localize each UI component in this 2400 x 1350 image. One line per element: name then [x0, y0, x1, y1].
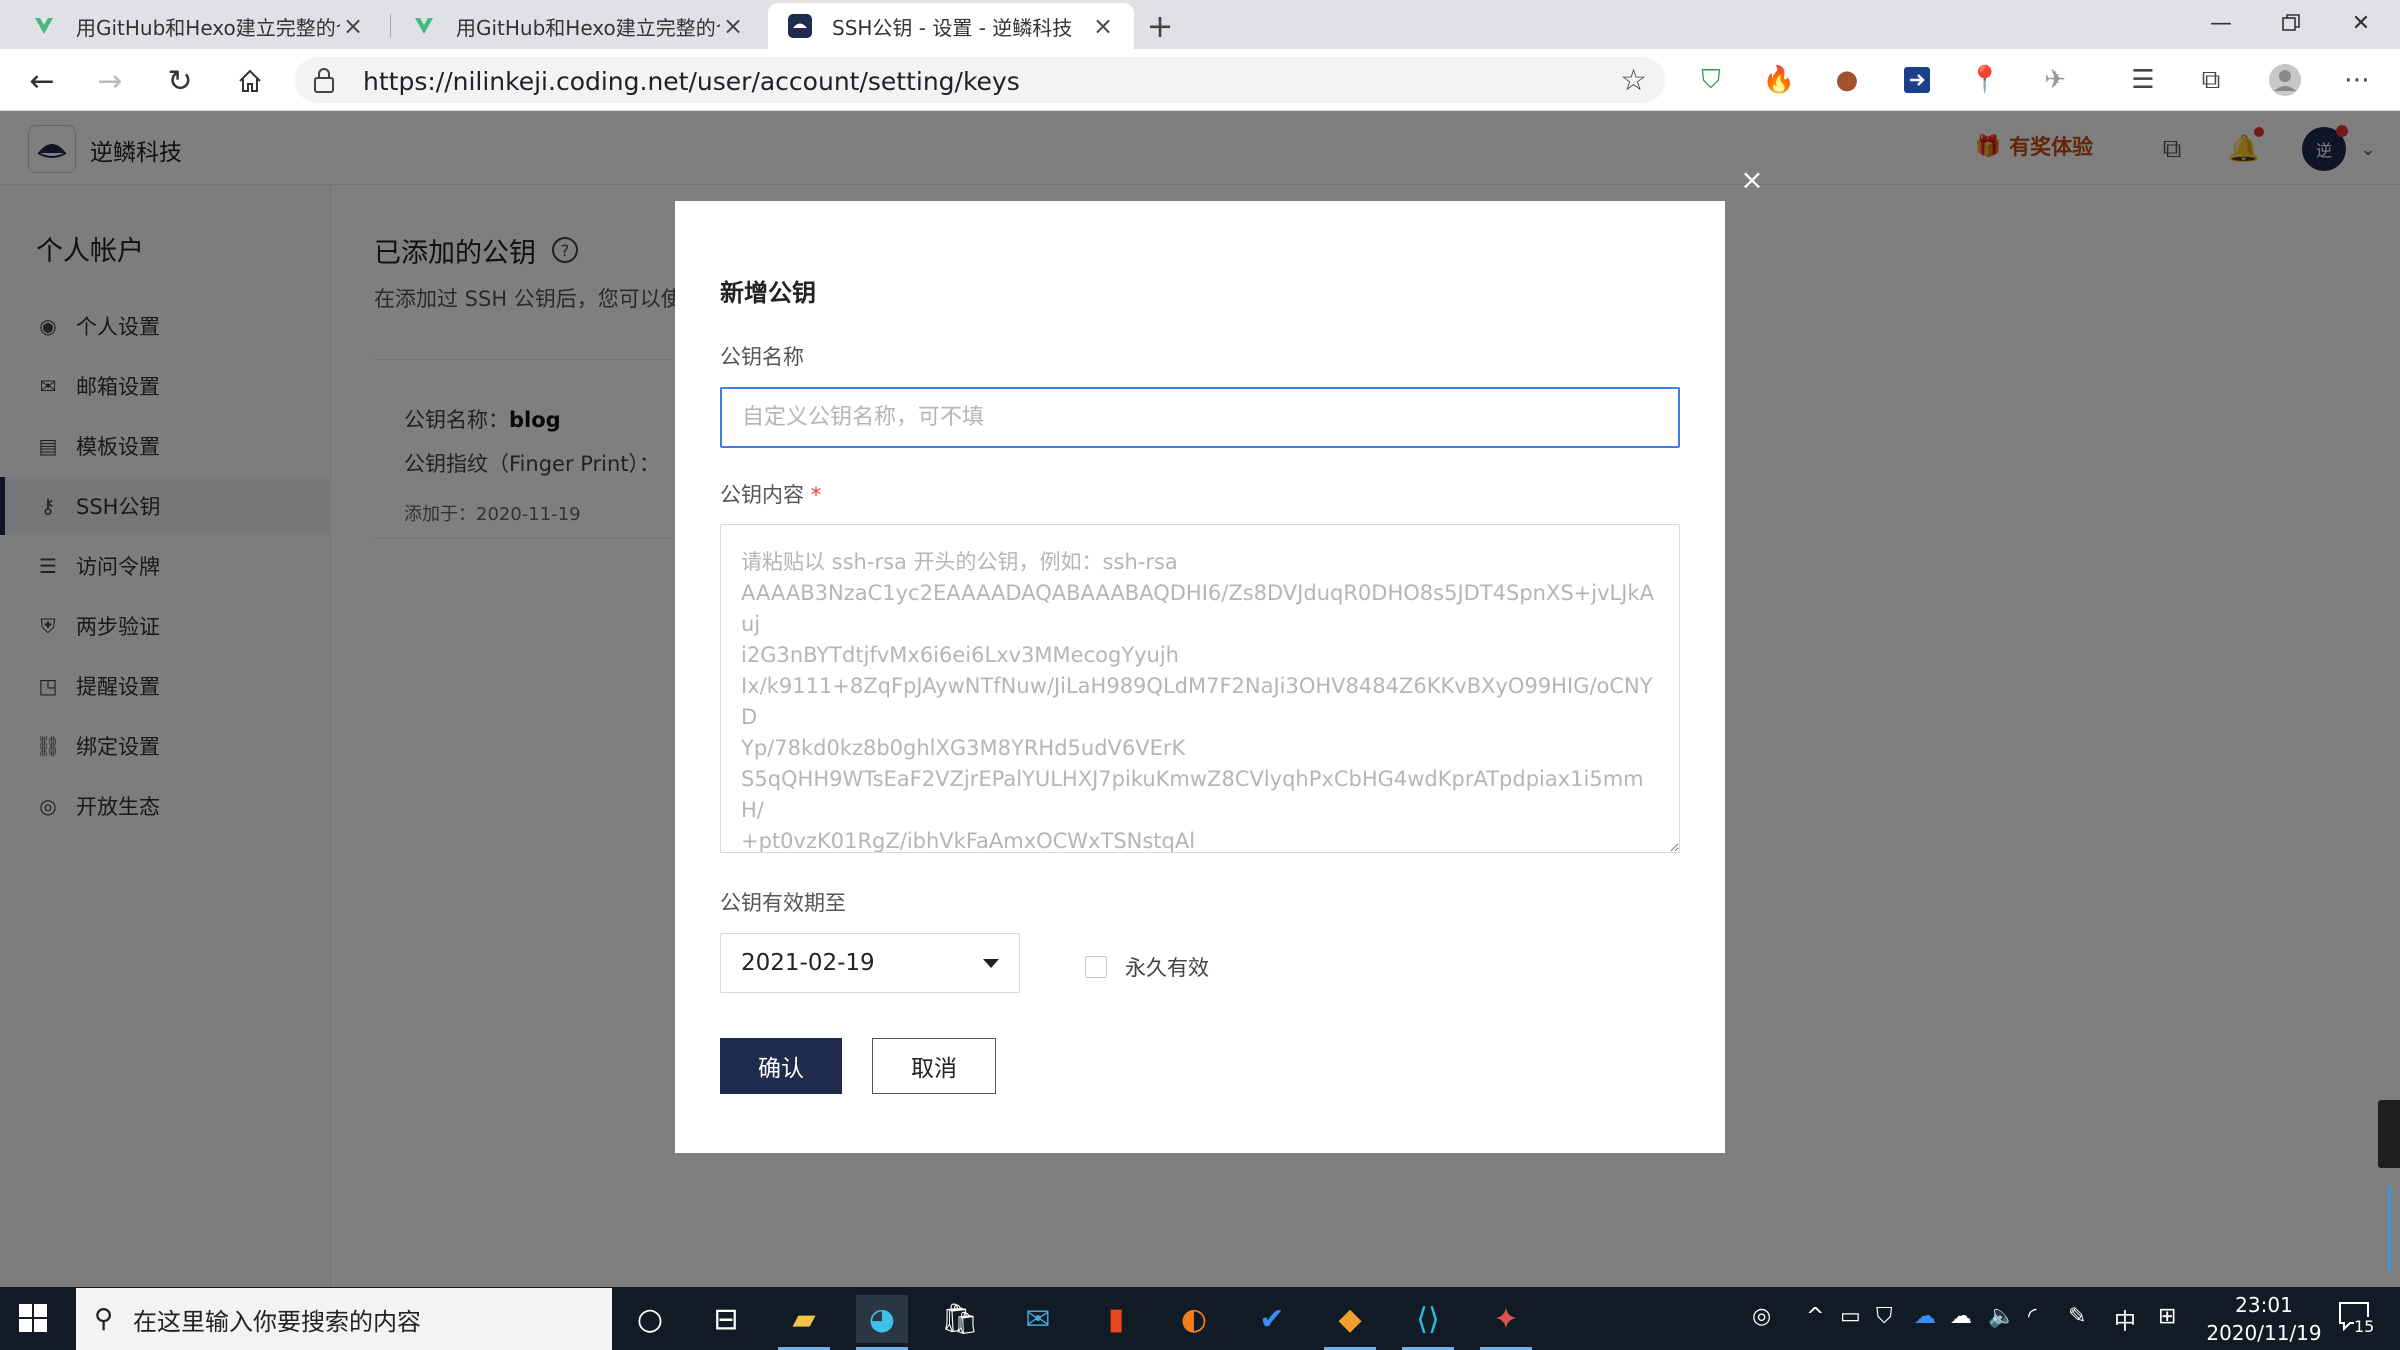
back-icon[interactable]: ←: [20, 59, 64, 103]
scroll-progress-line: [2388, 1186, 2391, 1272]
browser-tab-1[interactable]: 用GitHub和Hexo建立完整的个人 ×: [12, 3, 384, 49]
tray-app-icon[interactable]: ◎: [1752, 1304, 1771, 1329]
url-text: https://nilinkeji.coding.net/user/accoun…: [363, 67, 1020, 96]
tab-title: 用GitHub和Hexo建立完整的个人: [76, 15, 340, 40]
feishu-icon[interactable]: ✔: [1246, 1295, 1298, 1343]
lock-icon: [313, 66, 335, 98]
key-name-field-label: 公钥名称: [720, 345, 804, 369]
taskbar-search-placeholder: 在这里输入你要搜索的内容: [133, 1307, 422, 1336]
key-content-field-label: 公钥内容 *: [720, 483, 822, 507]
expire-date-select[interactable]: 2021-02-19: [720, 933, 1020, 993]
onedrive-icon[interactable]: ☁: [1914, 1304, 1936, 1329]
forward-icon[interactable]: →: [88, 59, 132, 103]
favorites-list-icon[interactable]: ☰: [2126, 63, 2160, 97]
vscode-icon[interactable]: ⟨⟩: [1402, 1295, 1454, 1350]
notification-count: 15: [2354, 1317, 2375, 1336]
favorite-star-icon[interactable]: ☆: [1620, 63, 1647, 98]
windows-start-icon[interactable]: [18, 1303, 48, 1337]
address-bar[interactable]: https://nilinkeji.coding.net/user/accoun…: [295, 57, 1665, 103]
refresh-icon[interactable]: ↻: [158, 59, 202, 103]
new-tab-icon[interactable]: +: [1140, 6, 1180, 46]
tab-title: 用GitHub和Hexo建立完整的个人: [456, 15, 720, 40]
collections-icon[interactable]: ⧉: [2194, 63, 2228, 97]
firefox-icon[interactable]: ◐: [1168, 1295, 1220, 1343]
wifi-icon[interactable]: ◜: [2028, 1304, 2037, 1329]
ime-mode-icon[interactable]: ⊞: [2158, 1304, 2176, 1329]
taskbar-search-box[interactable]: ⚲ 在这里输入你要搜索的内容: [76, 1288, 612, 1350]
required-mark: *: [810, 483, 822, 507]
edge-browser-icon[interactable]: ◕: [856, 1295, 908, 1350]
pin-extension-icon[interactable]: 📍: [1968, 63, 2002, 97]
profile-avatar-icon[interactable]: [2268, 63, 2302, 97]
file-explorer-icon[interactable]: ▰: [778, 1295, 830, 1350]
hexo-favicon-icon: [410, 12, 438, 40]
office-icon[interactable]: ▮: [1090, 1295, 1142, 1343]
windows-taskbar: ⚲ 在这里输入你要搜索的内容 ○ ⊟ ▰ ◕ 🛍 ✉ ▮ ◐ ✔ ◆ ⟨⟩ ✦ …: [0, 1287, 2400, 1350]
ime-indicator[interactable]: 中: [2114, 1304, 2136, 1336]
clock-time: 23:01: [2235, 1293, 2293, 1317]
tab-separator: [390, 14, 391, 38]
key-name-input[interactable]: [720, 387, 1680, 448]
clock-date: 2020/11/19: [2206, 1321, 2322, 1345]
adblock-shield-icon[interactable]: ⛉: [1694, 63, 1728, 97]
checkbox-box[interactable]: [1085, 956, 1107, 978]
home-icon[interactable]: [228, 59, 272, 103]
cloud-icon[interactable]: ☁: [1950, 1304, 1972, 1329]
caret-down-icon: [983, 958, 999, 968]
security-warning-icon[interactable]: ⛉: [1876, 1304, 1893, 1329]
pen-icon[interactable]: ✎: [2068, 1304, 2086, 1329]
browser-tab-3-active[interactable]: SSH公钥 - 设置 - 逆鳞科技 ×: [768, 3, 1134, 49]
fire-extension-icon[interactable]: 🔥: [1762, 63, 1796, 97]
browser-tab-2[interactable]: 用GitHub和Hexo建立完整的个人 ×: [392, 3, 764, 49]
task-view-icon[interactable]: ⊟: [700, 1295, 752, 1343]
minimize-icon[interactable]: —: [2186, 0, 2256, 46]
battery-icon[interactable]: ▭: [1840, 1304, 1861, 1329]
bird-extension-icon[interactable]: ✈: [2038, 63, 2072, 97]
modal-close-icon[interactable]: ×: [1738, 166, 1766, 194]
window-close-icon[interactable]: ✕: [2326, 0, 2396, 46]
more-menu-icon[interactable]: ⋯: [2340, 63, 2374, 97]
app-icon[interactable]: ✦: [1480, 1295, 1532, 1350]
tab-close-icon[interactable]: ×: [1090, 12, 1116, 40]
system-clock[interactable]: 23:01 2020/11/19: [2204, 1291, 2324, 1347]
tampermonkey-icon[interactable]: ●: [1830, 63, 1864, 97]
tab-close-icon[interactable]: ×: [340, 12, 366, 40]
address-toolbar: ← → ↻ https://nilinkeji.coding.net/user/…: [0, 49, 2400, 111]
permanent-checkbox[interactable]: 永久有效: [1085, 952, 1209, 982]
cortana-icon[interactable]: ○: [624, 1295, 676, 1343]
browser-tab-strip: 用GitHub和Hexo建立完整的个人 × 用GitHub和Hexo建立完整的个…: [0, 0, 2400, 49]
volume-icon[interactable]: 🔈: [1988, 1304, 2015, 1329]
add-public-key-dialog: 新增公钥 公钥名称 公钥内容 * 公钥有效期至 2021-02-19 永久有效 …: [675, 201, 1725, 1153]
store-icon[interactable]: 🛍: [934, 1295, 986, 1343]
permanent-label: 永久有效: [1125, 956, 1209, 980]
key-content-textarea[interactable]: [720, 524, 1680, 853]
tab-title: SSH公钥 - 设置 - 逆鳞科技: [832, 15, 1073, 40]
dialog-title: 新增公钥: [720, 279, 816, 307]
expire-field-label: 公钥有效期至: [720, 891, 846, 915]
cancel-button[interactable]: 取消: [872, 1038, 996, 1094]
tray-chevron-up-icon[interactable]: ^: [1806, 1304, 1824, 1329]
confirm-button[interactable]: 确认: [720, 1038, 842, 1094]
tab-close-icon[interactable]: ×: [720, 12, 746, 40]
mail-app-icon[interactable]: ✉: [1012, 1295, 1064, 1343]
hexo-favicon-icon: [30, 12, 58, 40]
search-icon: ⚲: [94, 1304, 114, 1334]
side-scroll-indicator[interactable]: [2378, 1100, 2400, 1168]
expire-date-value: 2021-02-19: [741, 950, 875, 976]
arrow-extension-icon[interactable]: [1900, 63, 1934, 97]
coding-favicon-icon: [786, 12, 814, 40]
restore-icon[interactable]: [2256, 0, 2326, 46]
git-icon[interactable]: ◆: [1324, 1295, 1376, 1350]
